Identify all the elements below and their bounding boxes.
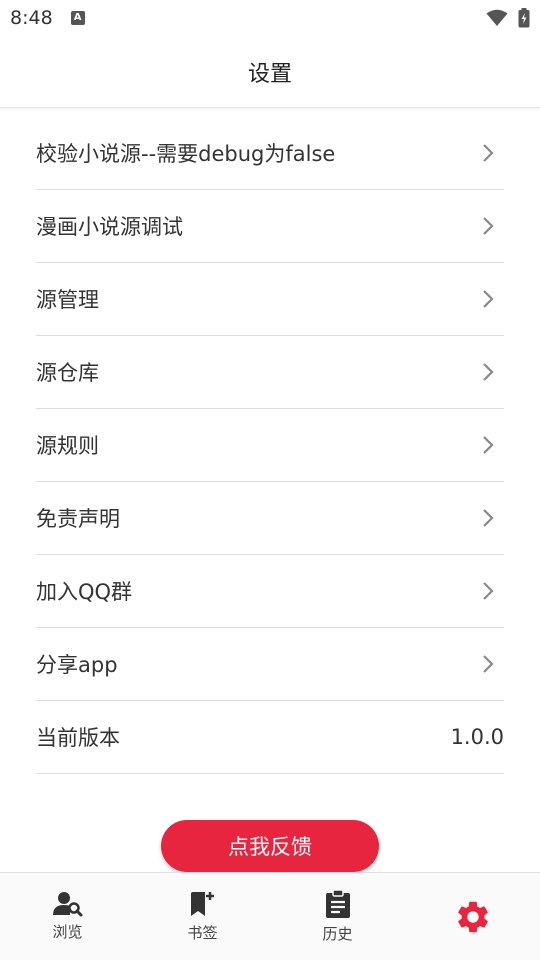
chevron-right-icon: [483, 144, 494, 162]
settings-item-label: 源仓库: [36, 361, 99, 385]
feedback-button[interactable]: 点我反馈: [161, 820, 379, 872]
settings-item-label: 免责声明: [36, 507, 120, 531]
settings-item-label: 加入QQ群: [36, 580, 133, 604]
app-bar: 设置: [0, 36, 540, 108]
settings-item-validate-source[interactable]: 校验小说源--需要debug为false: [36, 117, 504, 190]
nav-item-settings[interactable]: [405, 873, 540, 960]
settings-item-label: 校验小说源--需要debug为false: [36, 142, 336, 166]
nav-item-browse[interactable]: 浏览: [0, 873, 135, 960]
chevron-right-icon: [483, 655, 494, 673]
settings-item-source-repo[interactable]: 源仓库: [36, 336, 504, 409]
bottom-nav: 浏览 书签 历史: [0, 872, 540, 960]
nav-label: 书签: [187, 924, 218, 942]
settings-item-label: 分享app: [36, 653, 118, 677]
status-time: 8:48: [10, 7, 53, 29]
version-value: 1.0.0: [450, 725, 504, 749]
page-title: 设置: [247, 61, 292, 87]
settings-item-share-app[interactable]: 分享app: [36, 628, 504, 701]
browse-person-search-icon: [52, 892, 82, 917]
nav-item-history[interactable]: 历史: [270, 873, 405, 960]
chevron-right-icon: [483, 217, 494, 235]
settings-item-label: 源规则: [36, 434, 99, 458]
chevron-right-icon: [483, 363, 494, 381]
settings-item-version: 当前版本 1.0.0: [36, 701, 504, 774]
notification-a-icon: A: [70, 11, 85, 25]
status-bar: 8:48 A: [0, 0, 540, 36]
settings-item-debug-source[interactable]: 漫画小说源调试: [36, 190, 504, 263]
feedback-button-label: 点我反馈: [228, 836, 312, 859]
status-icons: [486, 8, 530, 28]
settings-list: 校验小说源--需要debug为false 漫画小说源调试 源管理 源仓库 源规则…: [0, 117, 540, 774]
wifi-icon: [486, 9, 508, 26]
settings-item-join-qq[interactable]: 加入QQ群: [36, 555, 504, 628]
nav-item-bookmarks[interactable]: 书签: [135, 873, 270, 960]
settings-item-source-manage[interactable]: 源管理: [36, 263, 504, 336]
settings-item-source-rules[interactable]: 源规则: [36, 409, 504, 482]
battery-charging-icon: [518, 8, 530, 28]
chevron-right-icon: [483, 290, 494, 308]
nav-label: 浏览: [52, 923, 83, 941]
nav-label: 历史: [322, 925, 353, 943]
settings-item-label: 源管理: [36, 288, 99, 312]
version-label: 当前版本: [36, 726, 120, 750]
bookmark-add-icon: [190, 892, 214, 916]
chevron-right-icon: [483, 582, 494, 600]
clipboard-history-icon: [325, 889, 350, 918]
chevron-right-icon: [483, 436, 494, 454]
settings-item-label: 漫画小说源调试: [36, 215, 183, 239]
gear-icon: [457, 901, 488, 932]
chevron-right-icon: [483, 509, 494, 527]
settings-item-disclaimer[interactable]: 免责声明: [36, 482, 504, 555]
